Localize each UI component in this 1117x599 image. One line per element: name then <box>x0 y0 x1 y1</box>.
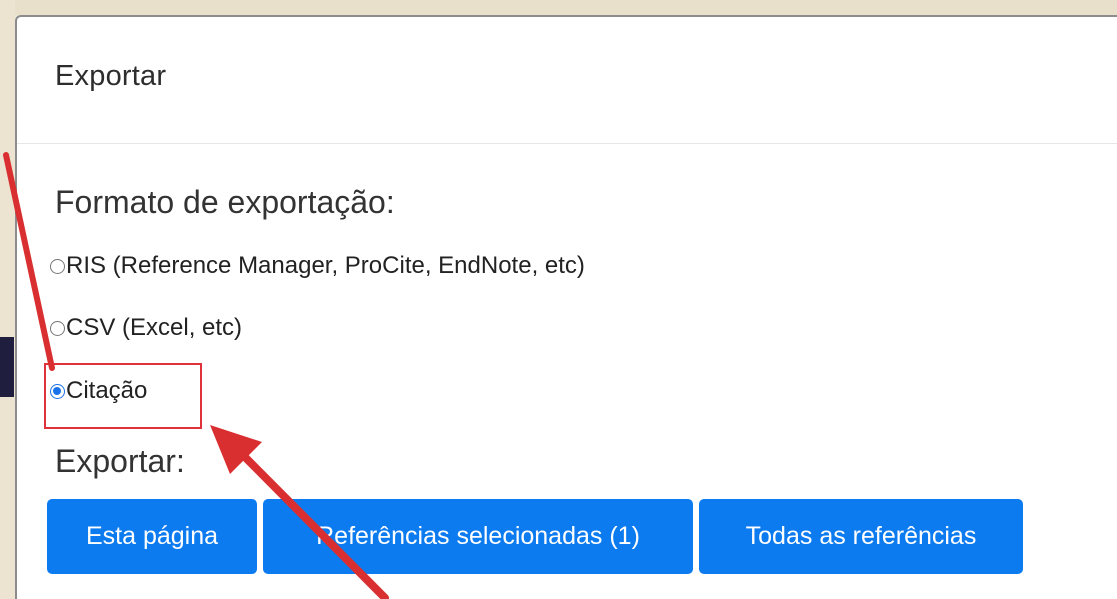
citation-highlight-box <box>44 363 202 429</box>
background-left-edge <box>0 0 15 599</box>
export-this-page-button[interactable]: Esta página <box>47 499 257 574</box>
modal-header: Exportar <box>17 17 1117 144</box>
option-ris-label: RIS (Reference Manager, ProCite, EndNote… <box>66 252 585 279</box>
modal-title: Exportar <box>55 60 167 92</box>
option-ris[interactable]: RIS (Reference Manager, ProCite, EndNote… <box>50 252 585 280</box>
radio-csv[interactable] <box>50 320 65 336</box>
export-label: Exportar: <box>55 443 185 479</box>
option-csv[interactable]: CSV (Excel, etc) <box>50 314 242 342</box>
export-all-references-button[interactable]: Todas as referências <box>699 499 1023 574</box>
export-format-label: Formato de exportação: <box>55 184 395 220</box>
export-selected-references-button[interactable]: Referências selecionadas (1) <box>263 499 693 574</box>
background-top-edge <box>0 0 1117 15</box>
option-csv-label: CSV (Excel, etc) <box>66 314 243 341</box>
export-modal: Exportar Formato de exportação: RIS (Ref… <box>15 15 1117 599</box>
radio-ris[interactable] <box>50 258 65 274</box>
background-page-strip <box>0 337 14 397</box>
